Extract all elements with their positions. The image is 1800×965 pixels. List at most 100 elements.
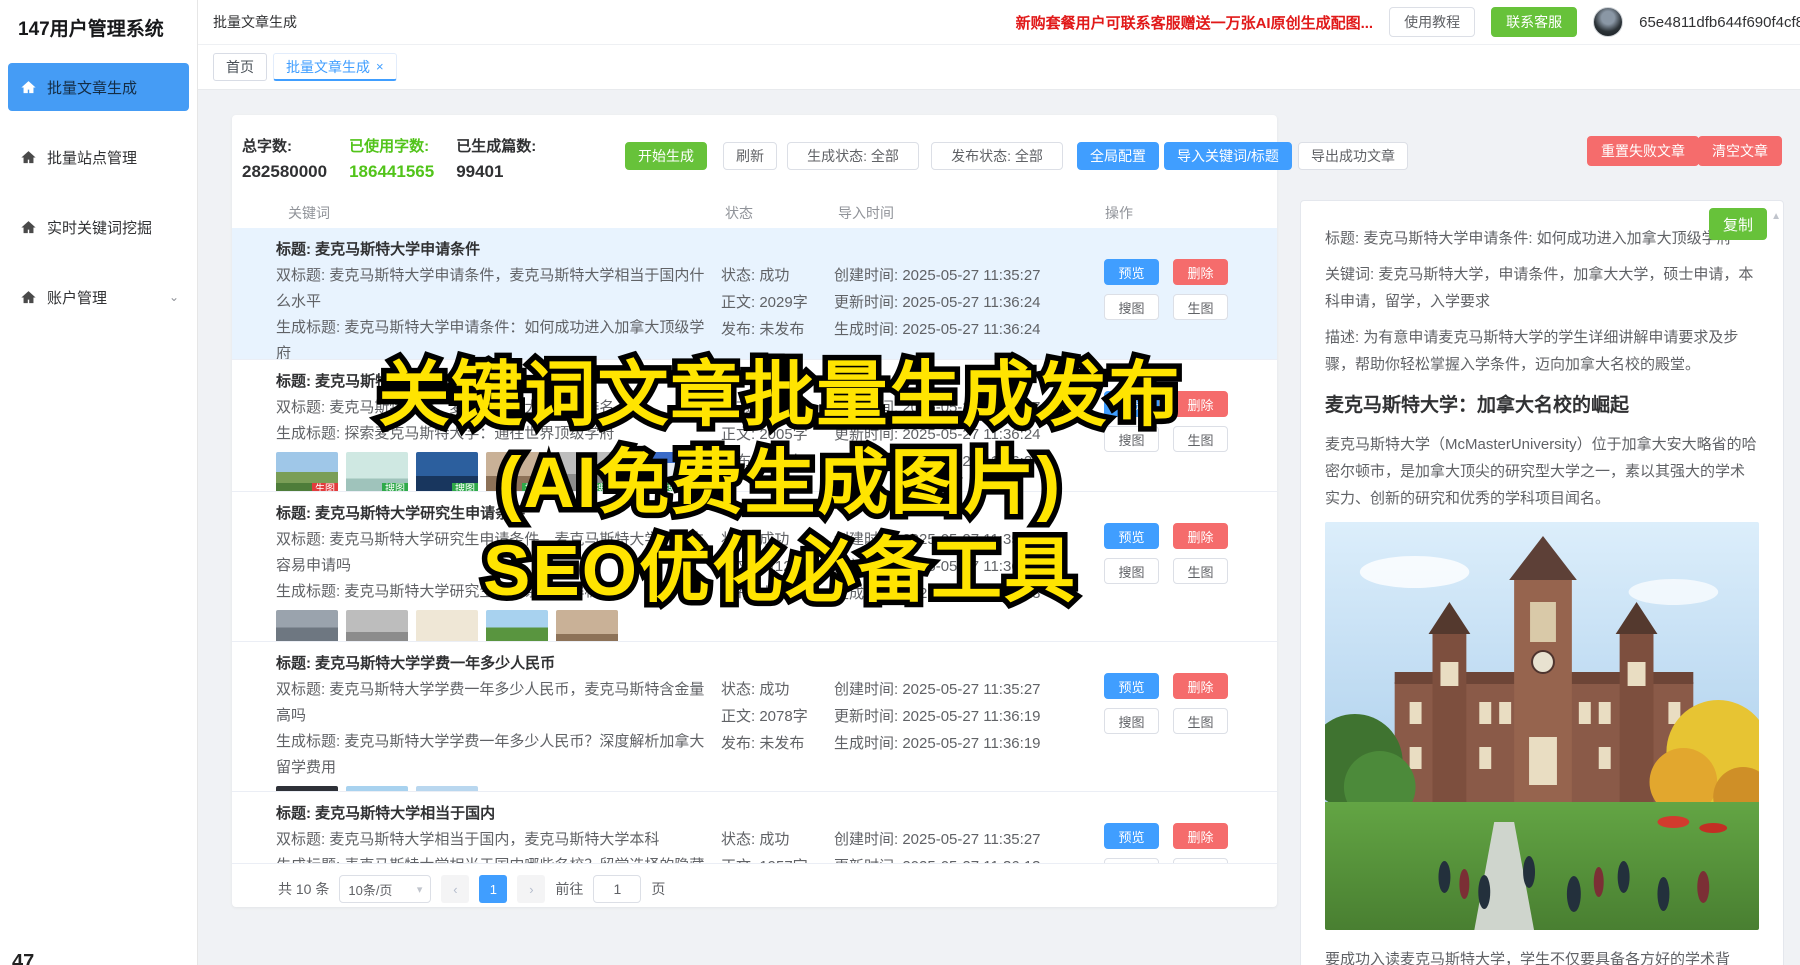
app-title: 147用户管理系统: [0, 0, 197, 41]
preview-button[interactable]: 预览: [1104, 523, 1159, 549]
generate-image-button[interactable]: 生图: [1173, 708, 1228, 734]
article-title: 标题: 麦克马斯特大学: [276, 369, 716, 395]
article-thumbnail[interactable]: 搜图: [486, 452, 548, 492]
tab-home[interactable]: 首页: [213, 53, 267, 81]
article-row[interactable]: 标题: 麦克马斯特大学学费一年多少人民币 双标题: 麦克马斯特大学学费一年多少人…: [232, 642, 1277, 792]
pagination: 共 10 条 10条/页 ▾ ‹ 1 › 前往 页: [278, 875, 665, 903]
breadcrumb: 批量文章生成: [213, 12, 297, 32]
article-row[interactable]: 标题: 麦克马斯特大学研究生申请条件 双标题: 麦克马斯特大学研究生申请条件，麦…: [232, 492, 1277, 642]
user-id[interactable]: 65e4811dfb644f690f4cf8: [1639, 14, 1800, 31]
time-cell: 创建时间: 2025-05-27 11:35:27 更新时间: 2025-05-…: [834, 394, 1049, 475]
sidebar-item-account[interactable]: 账户管理 ⌄: [8, 273, 189, 321]
article-title: 标题: 麦克马斯特大学相当于国内: [276, 801, 716, 827]
sidebar-item-batch-site[interactable]: 批量站点管理: [8, 133, 189, 181]
generate-status-filter[interactable]: 生成状态: 全部: [787, 142, 919, 170]
article-thumbnail[interactable]: 搜图: [346, 610, 408, 642]
article-double-title: 双标题: 麦克马斯特大学学费一年多少人民币，麦克马斯特含金量高吗: [276, 677, 716, 729]
delete-button[interactable]: 删除: [1173, 391, 1228, 417]
preview-button[interactable]: 预览: [1104, 259, 1159, 285]
global-config-button[interactable]: 全局配置: [1077, 142, 1159, 170]
article-row[interactable]: 标题: 麦克马斯特大学相当于国内 双标题: 麦克马斯特大学相当于国内，麦克马斯特…: [232, 792, 1277, 864]
contact-support-button[interactable]: 联系客服: [1491, 7, 1577, 37]
copy-button[interactable]: 复制: [1709, 208, 1767, 240]
article-thumbnail[interactable]: 生图: [276, 610, 338, 642]
article-title: 标题: 麦克马斯特大学研究生申请条件: [276, 501, 716, 527]
goto-page-input[interactable]: [593, 875, 641, 903]
preview-keywords: 关键词: 麦克马斯特大学，申请条件，加拿大大学，硕士申请，本科申请，留学，入学要…: [1325, 261, 1759, 315]
search-image-button[interactable]: 搜图: [1104, 426, 1159, 452]
searched-image-badge: 搜图: [662, 483, 688, 492]
tab-batch-article[interactable]: 批量文章生成 ×: [273, 53, 397, 81]
article-thumbnail[interactable]: 生图: [276, 452, 338, 492]
article-row[interactable]: 标题: 麦克马斯特大学申请条件 双标题: 麦克马斯特大学申请条件，麦克马斯特大学…: [232, 228, 1277, 360]
delete-button[interactable]: 删除: [1173, 673, 1228, 699]
sidebar-item-keyword-mining[interactable]: 实时关键词挖掘: [8, 203, 189, 251]
delete-button[interactable]: 删除: [1173, 259, 1228, 285]
searched-image-badge: 搜图: [382, 483, 408, 492]
refresh-button[interactable]: 刷新: [723, 142, 777, 170]
preview-button[interactable]: 预览: [1104, 391, 1159, 417]
publish-status-filter[interactable]: 发布状态: 全部: [931, 142, 1063, 170]
preview-button[interactable]: 预览: [1104, 823, 1159, 849]
search-image-button[interactable]: 搜图: [1104, 558, 1159, 584]
sidebar: 147用户管理系统 批量文章生成 批量站点管理 实时关键词挖掘 账户管理 ⌄ 4…: [0, 0, 198, 965]
search-image-button[interactable]: 搜图: [1104, 294, 1159, 320]
preview-title: 标题: 麦克马斯特大学申请条件: 如何成功进入加拿大顶级学府: [1325, 225, 1759, 252]
thumbnail-strip: 生图搜图搜图搜图搜图搜图: [276, 452, 716, 492]
article-generated-title: 生成标题: 麦克马斯特大学申请条件：如何成功进入加拿大顶级学府: [276, 315, 716, 360]
main-content: 开始生成 刷新 生成状态: 全部 发布状态: 全部 全局配置 导入关键词/标题 …: [198, 90, 1800, 965]
sidebar-item-batch-article[interactable]: 批量文章生成: [8, 63, 189, 111]
delete-button[interactable]: 删除: [1173, 823, 1228, 849]
preview-button[interactable]: 预览: [1104, 673, 1159, 699]
article-double-title: 双标题: 麦克马斯特大学申请条件，麦克马斯特大学相当于国内什么水平: [276, 263, 716, 315]
reset-failed-button[interactable]: 重置失败文章: [1587, 136, 1699, 166]
article-thumbnail[interactable]: 搜图: [626, 452, 688, 492]
scroll-up-icon[interactable]: ▲: [1771, 203, 1781, 230]
article-thumbnail[interactable]: 搜图: [486, 610, 548, 642]
app-window: 147用户管理系统 批量文章生成 批量站点管理 实时关键词挖掘 账户管理 ⌄ 4…: [0, 0, 1800, 965]
page-unit-label: 页: [651, 879, 665, 899]
searched-image-badge: 搜图: [592, 483, 618, 492]
tutorial-button[interactable]: 使用教程: [1389, 7, 1475, 37]
prev-page-button[interactable]: ‹: [441, 875, 469, 903]
page-number[interactable]: 1: [479, 875, 507, 903]
generate-image-button[interactable]: 生图: [1173, 858, 1228, 864]
announcement-text[interactable]: 新购套餐用户可联系客服赠送一万张AI原创生成配图...: [1016, 12, 1374, 33]
article-thumbnail[interactable]: 搜图: [556, 452, 618, 492]
generate-image-button[interactable]: 生图: [1173, 426, 1228, 452]
article-row[interactable]: 标题: 麦克马斯特大学 双标题: 麦克马斯特大学，麦克马斯特大学世界排名 生成标…: [232, 360, 1277, 492]
sidebar-item-label: 账户管理: [47, 287, 107, 308]
status-cell: 状态: 成功 正文: 2078字 发布: 未发布: [721, 676, 833, 757]
article-title: 标题: 麦克马斯特大学申请条件: [276, 237, 716, 263]
article-thumbnail[interactable]: 搜图: [346, 452, 408, 492]
close-icon[interactable]: ×: [376, 59, 384, 74]
tab-bar: 首页 批量文章生成 ×: [198, 45, 1800, 90]
sidebar-item-label: 实时关键词挖掘: [47, 217, 152, 238]
import-keywords-button[interactable]: 导入关键词/标题: [1164, 142, 1292, 170]
start-generate-button[interactable]: 开始生成: [625, 142, 707, 170]
generate-image-button[interactable]: 生图: [1173, 558, 1228, 584]
export-success-button[interactable]: 导出成功文章: [1298, 142, 1408, 170]
search-image-button[interactable]: 搜图: [1104, 708, 1159, 734]
stat-total-words: 总字数: 282580000: [242, 135, 327, 182]
time-cell: 创建时间: 2025-05-27 11:35:27 更新时间: 2025-05-…: [834, 676, 1049, 757]
article-title: 标题: 麦克马斯特大学学费一年多少人民币: [276, 651, 716, 677]
next-page-button[interactable]: ›: [517, 875, 545, 903]
thumbnail-strip: 生图搜图搜图搜图搜图: [276, 610, 716, 642]
page-size-select[interactable]: 10条/页 ▾: [339, 875, 431, 903]
article-thumbnail[interactable]: 搜图: [416, 452, 478, 492]
avatar[interactable]: [1593, 7, 1623, 37]
search-image-button[interactable]: 搜图: [1104, 858, 1159, 864]
delete-button[interactable]: 删除: [1173, 523, 1228, 549]
watermark: 47: [12, 951, 34, 965]
generate-image-button[interactable]: 生图: [1173, 294, 1228, 320]
article-double-title: 双标题: 麦克马斯特大学相当于国内，麦克马斯特大学本科: [276, 827, 716, 853]
sidebar-item-label: 批量站点管理: [47, 147, 137, 168]
preview-heading: 麦克马斯特大学：加拿大名校的崛起: [1325, 392, 1759, 419]
article-thumbnail[interactable]: 搜图: [556, 610, 618, 642]
clear-articles-button[interactable]: 清空文章: [1698, 136, 1782, 166]
article-thumbnail[interactable]: 搜图: [416, 610, 478, 642]
article-generated-title: 生成标题: 麦克马斯特大学学费一年多少人民币？深度解析加拿大留学费用: [276, 729, 716, 781]
actions-cell: 预览 删除 搜图 生图: [1104, 673, 1236, 734]
actions-cell: 预览 删除 搜图 生图: [1104, 259, 1236, 320]
